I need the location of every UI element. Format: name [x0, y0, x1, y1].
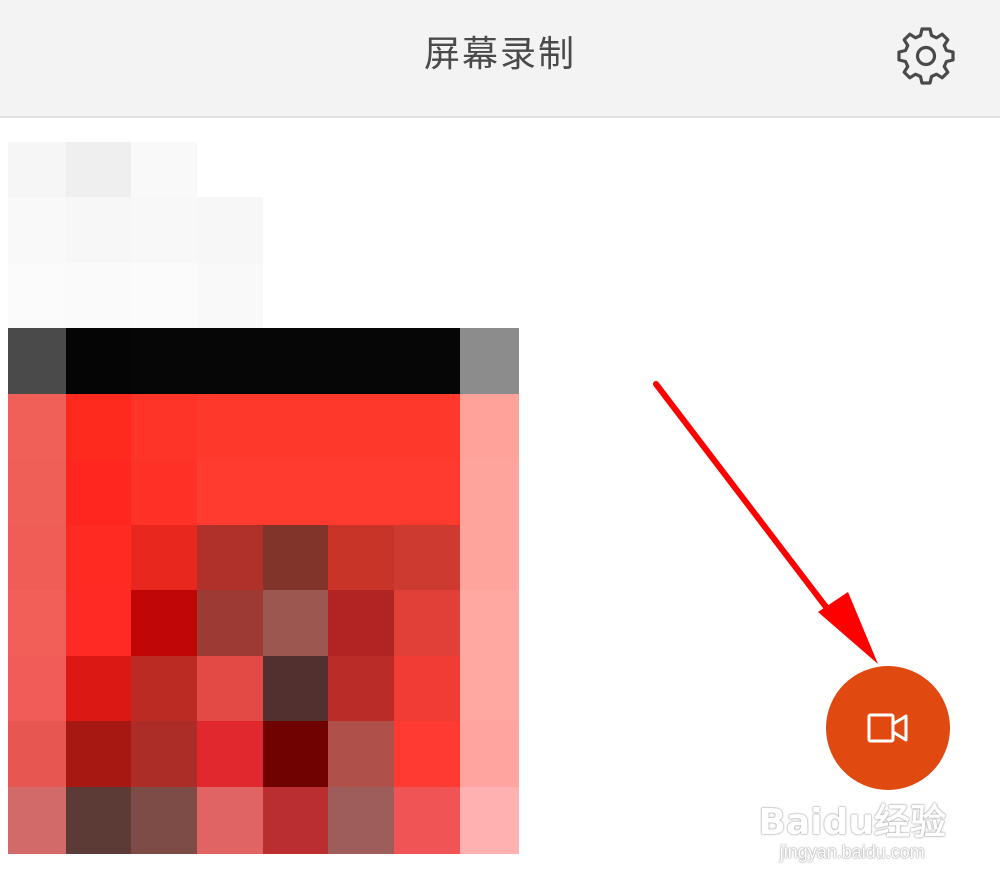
thumbnail-pixel [8, 525, 66, 590]
thumbnail-pixel [8, 328, 66, 394]
thumbnail-pixel [328, 787, 394, 854]
recording-thumbnail[interactable] [8, 142, 519, 854]
thumbnail-pixel [263, 656, 328, 721]
thumbnail-pixel [460, 328, 519, 394]
thumbnail-pixel [66, 656, 131, 721]
thumbnail-pixel [263, 394, 328, 459]
thumbnail-pixel [197, 590, 263, 656]
thumbnail-pixel [8, 197, 66, 263]
thumbnail-pixel [460, 721, 519, 787]
app-header: 屏幕录制 [0, 0, 1000, 118]
thumbnail-pixel [131, 525, 197, 590]
thumbnail-pixel [66, 263, 131, 328]
gear-icon [897, 27, 955, 85]
thumbnail-pixel [131, 721, 197, 787]
thumbnail-pixel [66, 142, 131, 197]
thumbnail-pixel [197, 263, 263, 328]
thumbnail-pixel [394, 459, 460, 525]
thumbnail-pixel [8, 263, 66, 328]
thumbnail-pixel [131, 787, 197, 854]
start-record-button[interactable] [826, 666, 950, 790]
page-title: 屏幕录制 [423, 34, 576, 75]
thumbnail-pixel [8, 142, 66, 197]
thumbnail-pixel [394, 656, 460, 721]
thumbnail-pixel [460, 525, 519, 590]
thumbnail-pixel [131, 656, 197, 721]
thumbnail-pixel [460, 459, 519, 525]
thumbnail-pixel [328, 656, 394, 721]
thumbnail-pixel [66, 328, 131, 394]
thumbnail-pixel [197, 787, 263, 854]
thumbnail-pixel [197, 656, 263, 721]
thumbnail-pixel [131, 142, 197, 197]
thumbnail-pixel [197, 721, 263, 787]
thumbnail-pixel [197, 459, 263, 525]
settings-button[interactable] [896, 26, 956, 86]
thumbnail-pixel [394, 394, 460, 459]
thumbnail-pixel [328, 525, 394, 590]
thumbnail-pixel [394, 787, 460, 854]
thumbnail-pixel [66, 459, 131, 525]
video-camera-icon [867, 713, 908, 743]
thumbnail-pixel [131, 394, 197, 459]
screen-record-app: 屏幕录制 Baidu经验 jingyan.baidu.com [0, 0, 1000, 884]
thumbnail-pixel [394, 525, 460, 590]
thumbnail-pixel [66, 787, 131, 854]
thumbnail-pixel [66, 197, 131, 263]
thumbnail-pixel [328, 459, 394, 525]
thumbnail-pixel [131, 263, 197, 328]
thumbnail-pixel [460, 590, 519, 656]
thumbnail-pixel [263, 459, 328, 525]
thumbnail-pixel [328, 394, 394, 459]
thumbnail-pixel [197, 525, 263, 590]
baidu-watermark: Baidu经验 jingyan.baidu.com [758, 802, 946, 863]
thumbnail-pixel [263, 525, 328, 590]
watermark-brand: Baidu经验 [758, 802, 946, 843]
thumbnail-pixel [328, 328, 394, 394]
thumbnail-pixel [8, 459, 66, 525]
thumbnail-pixel [394, 590, 460, 656]
thumbnail-pixel [197, 328, 263, 394]
thumbnail-pixel [460, 656, 519, 721]
thumbnail-pixel [66, 590, 131, 656]
thumbnail-pixel [8, 787, 66, 854]
thumbnail-pixel [8, 394, 66, 459]
thumbnail-pixel [263, 787, 328, 854]
thumbnail-pixel [131, 590, 197, 656]
thumbnail-pixel [66, 525, 131, 590]
thumbnail-pixel [66, 721, 131, 787]
thumbnail-pixel [8, 721, 66, 787]
thumbnail-pixel [394, 328, 460, 394]
thumbnail-pixel [8, 656, 66, 721]
watermark-url: jingyan.baidu.com [779, 842, 925, 862]
thumbnail-pixel [263, 328, 328, 394]
thumbnail-pixel [197, 394, 263, 459]
thumbnail-pixel [460, 394, 519, 459]
thumbnail-pixel [131, 197, 197, 263]
thumbnail-pixel [8, 590, 66, 656]
thumbnail-pixel [263, 721, 328, 787]
thumbnail-pixel [131, 459, 197, 525]
thumbnail-pixel [328, 590, 394, 656]
thumbnail-pixel [197, 197, 263, 263]
thumbnail-pixel [66, 394, 131, 459]
thumbnail-pixel [460, 787, 519, 854]
thumbnail-pixel [263, 590, 328, 656]
thumbnail-pixel [394, 721, 460, 787]
thumbnail-pixel [131, 328, 197, 394]
thumbnail-pixel [328, 721, 394, 787]
